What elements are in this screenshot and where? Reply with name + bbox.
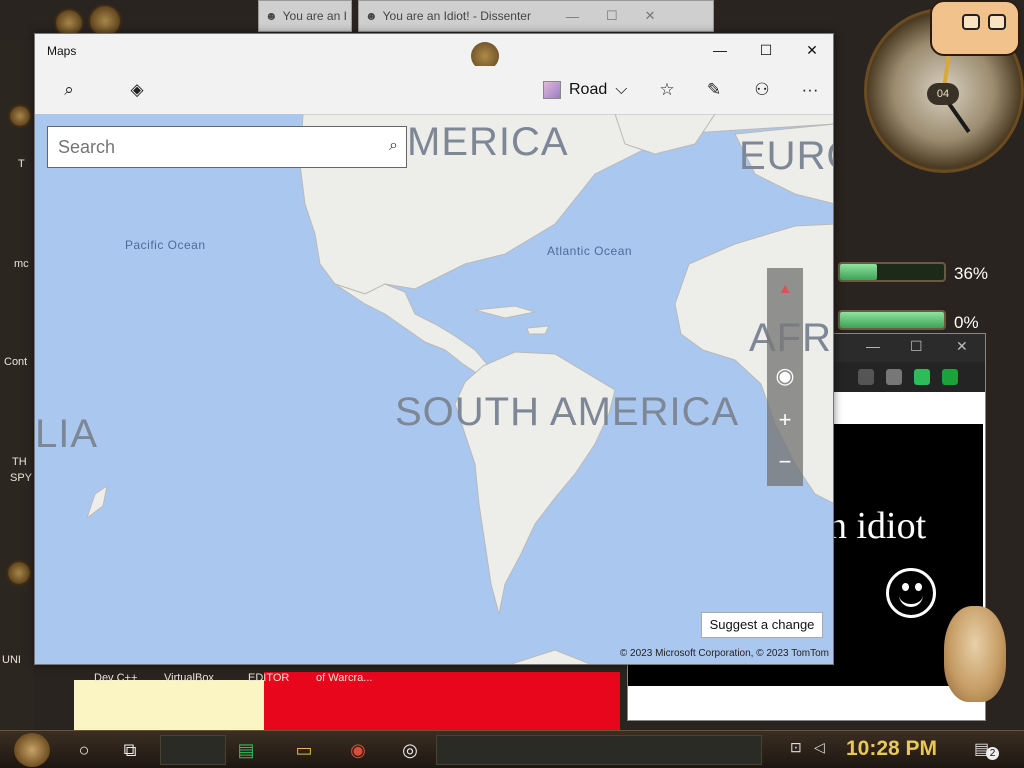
smiley-icon: ☻ xyxy=(365,9,378,23)
desktop-icon-label[interactable]: TH xyxy=(12,456,27,468)
task-view-icon[interactable]: ⧉ xyxy=(116,737,144,763)
maximize-icon[interactable]: ☐ xyxy=(606,8,618,24)
map-style-button[interactable]: Road ⌵ xyxy=(543,76,627,104)
taskbar-slot[interactable] xyxy=(436,735,762,765)
window-title: You are an I xyxy=(282,9,347,23)
continent-label-australia: LIA xyxy=(35,412,99,456)
maps-toolbar: ⌕ ◈ Road ⌵ ☆ ✎ ⚇ ··· xyxy=(35,66,833,145)
minimize-button[interactable]: — xyxy=(697,38,743,64)
desktop-icon-label[interactable]: VirtualBox xyxy=(164,672,214,684)
memory-meter xyxy=(838,310,946,330)
window-title: Maps xyxy=(47,44,77,58)
more-options-icon[interactable]: ··· xyxy=(796,78,824,102)
volume-muted-icon[interactable]: ◁ xyxy=(814,739,825,756)
cortana-icon[interactable]: ○ xyxy=(70,737,98,763)
favorites-icon[interactable]: ☆ xyxy=(653,78,681,102)
zoom-out-button[interactable]: − xyxy=(767,444,803,480)
map-controls: ▲ ◉ + − xyxy=(767,268,803,486)
minimize-icon[interactable]: — xyxy=(866,338,880,354)
meter-fill xyxy=(840,312,944,328)
ink-pen-icon[interactable]: ✎ xyxy=(700,78,728,102)
hamster-mascot-icon xyxy=(944,606,1006,702)
memory-meter-label: 0% xyxy=(954,313,979,332)
maps-window[interactable]: Maps — ☐ ✕ ⌕ ◈ Road ⌵ ☆ ✎ ⚇ ··· Search ⌕… xyxy=(34,33,834,665)
close-icon[interactable]: ✕ xyxy=(645,8,656,24)
locate-me-icon[interactable]: ◉ xyxy=(767,358,803,394)
map-style-label: Road xyxy=(569,81,608,98)
gear-icon xyxy=(6,560,32,586)
desktop-icon-label[interactable]: Dev C++ xyxy=(94,672,137,684)
desktop-icon-label[interactable]: SPY xyxy=(10,472,32,484)
window-title: You are an Idiot! - Dissenter xyxy=(382,9,531,23)
notification-count-badge: 2 xyxy=(986,747,999,760)
minimize-icon[interactable]: — xyxy=(566,9,579,24)
webcam-app-icon[interactable]: ◎ xyxy=(396,737,424,763)
directions-tab-icon[interactable]: ◈ xyxy=(123,78,151,102)
network-icon[interactable]: ⊡ xyxy=(790,739,802,756)
cpu-meter-label: 36% xyxy=(954,264,989,283)
zoom-in-button[interactable]: + xyxy=(767,402,803,438)
desktop-icon-label[interactable]: Cont xyxy=(4,356,27,368)
maximize-button[interactable]: ☐ xyxy=(743,38,789,64)
search-input[interactable] xyxy=(58,135,368,159)
map-style-swatch-icon xyxy=(543,81,561,99)
desktop-icon-label[interactable]: mc xyxy=(14,258,29,270)
continent-label-south-america: SOUTH AMERICA xyxy=(395,390,740,434)
extension-icon[interactable] xyxy=(858,369,874,385)
app-green-icon[interactable]: ▤ xyxy=(232,737,260,763)
background-window-tab[interactable]: ☻ You are an I xyxy=(258,0,352,32)
ocean-label-pacific: Pacific Ocean xyxy=(125,238,206,252)
maps-titlebar[interactable]: Maps — ☐ ✕ xyxy=(35,34,833,70)
taskbar-clock[interactable]: 10:28 PM xyxy=(846,737,937,761)
search-box[interactable]: ⌕ xyxy=(47,126,407,168)
desktop-icon-label[interactable]: UNI xyxy=(2,654,21,666)
compass-icon[interactable]: ▲ xyxy=(767,270,803,306)
close-button[interactable]: ✕ xyxy=(789,38,833,64)
suggest-change-button[interactable]: Suggest a change xyxy=(701,612,823,638)
continent-label-europe: EURO xyxy=(739,134,833,178)
desktop-icon-label[interactable]: EDITOR xyxy=(248,672,289,684)
map-canvas[interactable]: ⌕ Pacific Ocean Atlantic Ocean MERICA SO… xyxy=(35,114,833,664)
desktop-left-area xyxy=(0,40,34,730)
search-icon[interactable]: ⌕ xyxy=(389,137,398,155)
desktop-wallpaper-yellow xyxy=(74,680,264,730)
cpu-meter xyxy=(838,262,946,282)
gear-icon xyxy=(8,104,32,128)
extension-icon[interactable] xyxy=(914,369,930,385)
chevron-down-icon: ⌵ xyxy=(615,81,628,98)
account-icon[interactable]: ⚇ xyxy=(748,78,776,102)
shield-icon[interactable] xyxy=(942,369,958,385)
ocean-label-atlantic: Atlantic Ocean xyxy=(547,244,633,258)
smiley-face-icon xyxy=(886,568,936,618)
file-explorer-icon[interactable]: ▭ xyxy=(290,737,318,763)
continent-label-north-america: MERICA xyxy=(407,120,569,164)
clock-date-number: 04 xyxy=(927,83,959,105)
start-button[interactable] xyxy=(14,733,50,767)
background-window-dissenter[interactable]: ☻ You are an Idiot! - Dissenter — ☐ ✕ xyxy=(358,0,714,32)
desktop-icon-label[interactable]: T xyxy=(18,158,25,170)
maximize-icon[interactable]: ☐ xyxy=(910,338,923,355)
smiley-icon: ☻ xyxy=(265,9,278,23)
taskbar: ○ ⧉ ▤ ▭ ◉ ◎ ⊡ ◁ 10:28 PM ▤ 2 xyxy=(0,730,1024,768)
map-copyright: © 2023 Microsoft Corporation, © 2023 Tom… xyxy=(619,648,829,659)
extension-icon[interactable] xyxy=(886,369,902,385)
meter-fill xyxy=(840,264,878,280)
search-tab-icon[interactable]: ⌕ xyxy=(55,78,83,102)
close-icon[interactable]: ✕ xyxy=(956,338,968,355)
cartoon-face-icon xyxy=(930,0,1020,56)
chrome-icon[interactable]: ◉ xyxy=(344,737,372,763)
desktop-icon-label[interactable]: of Warcra... xyxy=(316,672,372,684)
idiot-message: n idiot xyxy=(828,505,927,547)
taskbar-slot[interactable] xyxy=(160,735,226,765)
